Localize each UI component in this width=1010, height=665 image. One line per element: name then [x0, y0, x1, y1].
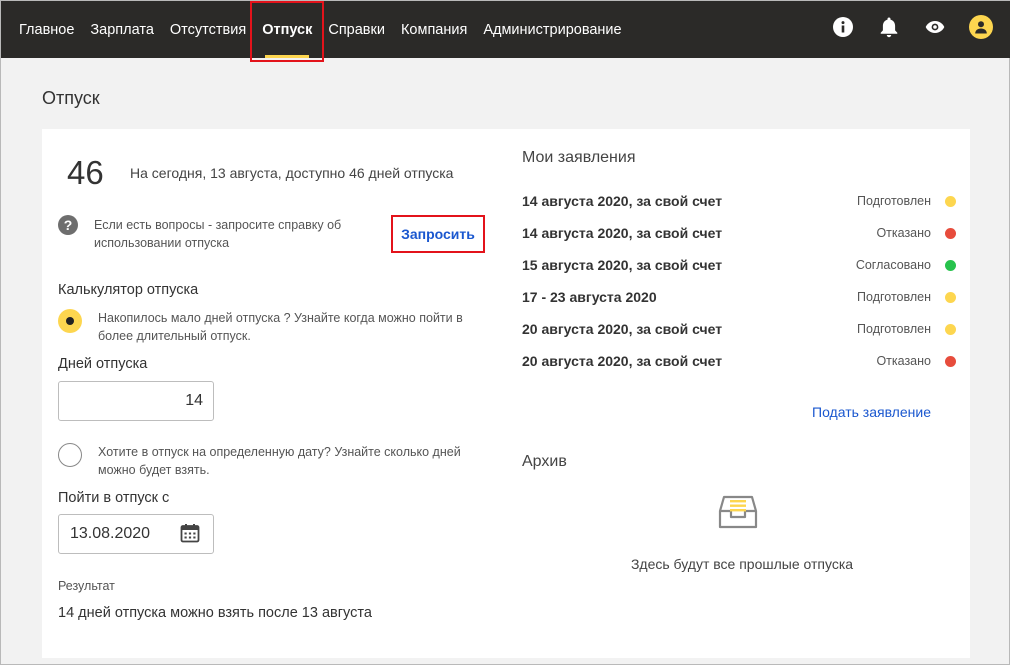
status-dot-rejected	[945, 227, 956, 239]
application-row[interactable]: 14 августа 2020, за свой счет Отказано	[522, 223, 956, 243]
application-status: Подготовлен	[857, 194, 931, 208]
submit-application-link[interactable]: Подать заявление	[812, 404, 931, 420]
application-name: 20 августа 2020, за свой счет	[522, 353, 723, 369]
nav-item-salary[interactable]: Зарплата	[82, 1, 162, 58]
radio-option-specific-date-label: Хотите в отпуск на определенную дату? Уз…	[98, 445, 461, 477]
nav-item-absences[interactable]: Отсутствия	[162, 1, 254, 58]
calculator-title: Калькулятор отпуска	[58, 282, 199, 298]
calendar-icon[interactable]	[180, 523, 200, 543]
result-text: 14 дней отпуска можно взять после 13 авг…	[58, 605, 372, 621]
result-label: Результат	[58, 579, 115, 593]
bell-icon[interactable]	[877, 15, 901, 39]
question-icon: ?	[58, 215, 78, 235]
radio-option-specific-date[interactable]	[58, 443, 82, 467]
days-input[interactable]	[58, 381, 214, 421]
available-days-text: На сегодня, 13 августа, доступно 46 дней…	[130, 165, 454, 181]
application-row[interactable]: 20 августа 2020, за свой счет Подготовле…	[522, 319, 956, 339]
info-icon[interactable]	[831, 15, 855, 39]
help-text: Если есть вопросы - запросите справку об…	[94, 218, 342, 250]
vacation-card: 46 На сегодня, 13 августа, доступно 46 д…	[42, 129, 970, 658]
archive-tray-icon	[718, 493, 758, 531]
application-row[interactable]: 15 августа 2020, за свой счет Согласован…	[522, 255, 956, 275]
application-status: Подготовлен	[857, 290, 931, 304]
status-dot-prepared	[945, 195, 956, 207]
application-row[interactable]: 14 августа 2020, за свой счет Подготовле…	[522, 191, 956, 211]
available-days-count: 46	[67, 154, 104, 191]
radio-option-longer-vacation[interactable]	[58, 309, 82, 333]
top-navigation-bar: Главное Зарплата Отсутствия Отпуск Справ…	[1, 1, 1010, 58]
status-dot-rejected	[945, 355, 956, 367]
applications-panel: Мои заявления 14 августа 2020, за свой с…	[522, 129, 970, 658]
application-name: 20 августа 2020, за свой счет	[522, 321, 723, 337]
application-name: 14 августа 2020, за свой счет	[522, 225, 723, 241]
application-status: Отказано	[876, 226, 931, 240]
application-row[interactable]: 20 августа 2020, за свой счет Отказано	[522, 351, 956, 371]
nav-item-certificates[interactable]: Справки	[320, 1, 393, 58]
page-title: Отпуск	[42, 88, 100, 108]
days-label: Дней отпуска	[58, 356, 148, 372]
application-name: 15 августа 2020, за свой счет	[522, 257, 723, 273]
user-avatar-icon[interactable]	[969, 15, 993, 39]
eye-icon[interactable]	[923, 15, 947, 39]
application-status: Отказано	[876, 354, 931, 368]
start-date-label: Пойти в отпуск с	[58, 490, 170, 506]
main-nav: Главное Зарплата Отсутствия Отпуск Справ…	[11, 1, 630, 58]
nav-item-main[interactable]: Главное	[11, 1, 82, 58]
vacation-left-panel: 46 На сегодня, 13 августа, доступно 46 д…	[42, 129, 507, 658]
status-dot-prepared	[945, 291, 956, 303]
application-name: 17 - 23 августа 2020	[522, 289, 657, 305]
application-status: Согласовано	[855, 258, 931, 272]
radio-option-longer-vacation-label: Накопилось мало дней отпуска ? Узнайте к…	[98, 311, 463, 343]
application-name: 14 августа 2020, за свой счет	[522, 193, 723, 209]
application-status: Подготовлен	[857, 322, 931, 336]
nav-item-administration[interactable]: Администрирование	[475, 1, 629, 58]
request-certificate-button[interactable]: Запросить	[391, 215, 485, 253]
archive-title: Архив	[522, 453, 567, 470]
my-applications-title: Мои заявления	[522, 149, 636, 166]
status-dot-prepared	[945, 323, 956, 335]
nav-item-company[interactable]: Компания	[393, 1, 475, 58]
archive-empty-text: Здесь будут все прошлые отпуска	[630, 556, 854, 572]
nav-item-vacation[interactable]: Отпуск	[254, 1, 320, 58]
application-row[interactable]: 17 - 23 августа 2020 Подготовлен	[522, 287, 956, 307]
status-dot-approved	[945, 259, 956, 271]
